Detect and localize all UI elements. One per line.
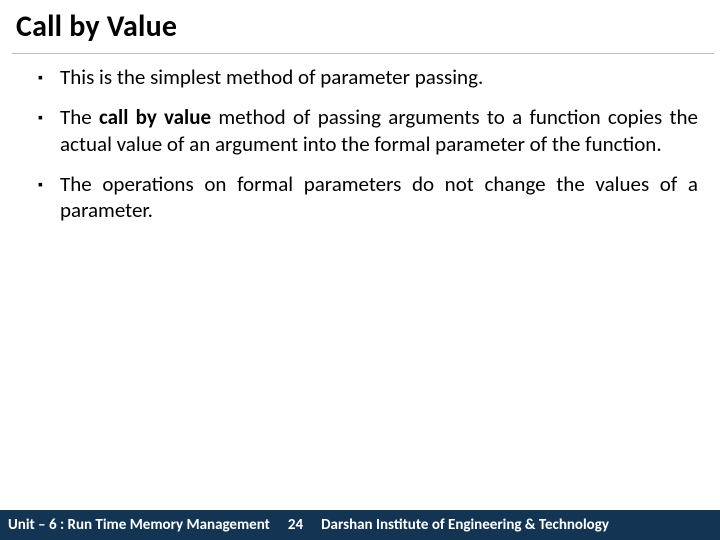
text-run: The operations on formal parameters do n… (60, 171, 698, 223)
footer-bar: Unit – 6 : Run Time Memory Management 24… (0, 510, 720, 540)
bullet-text: The call by value method of passing argu… (60, 104, 698, 157)
bullet-text: This is the simplest method of parameter… (60, 64, 698, 90)
content-area: ▪ This is the simplest method of paramet… (14, 64, 706, 223)
square-bullet-icon: ▪ (38, 104, 60, 157)
text-run: This is the simplest method of parameter… (60, 64, 483, 90)
slide-title: Call by Value (14, 8, 706, 53)
bullet-item: ▪ The call by value method of passing ar… (38, 104, 698, 157)
slide: Call by Value ▪ This is the simplest met… (0, 0, 720, 540)
footer-page-number: 24 (270, 516, 321, 534)
bullet-item: ▪ This is the simplest method of paramet… (38, 64, 698, 90)
title-divider (12, 53, 714, 54)
square-bullet-icon: ▪ (38, 171, 60, 224)
bullet-text: The operations on formal parameters do n… (60, 171, 698, 224)
footer-unit: Unit – 6 : Run Time Memory Management (8, 516, 270, 534)
square-bullet-icon: ▪ (38, 64, 60, 90)
text-run-bold: call by value (99, 104, 218, 130)
footer-institute: Darshan Institute of Engineering & Techn… (321, 516, 712, 534)
bullet-item: ▪ The operations on formal parameters do… (38, 171, 698, 224)
text-run: The (60, 104, 99, 130)
